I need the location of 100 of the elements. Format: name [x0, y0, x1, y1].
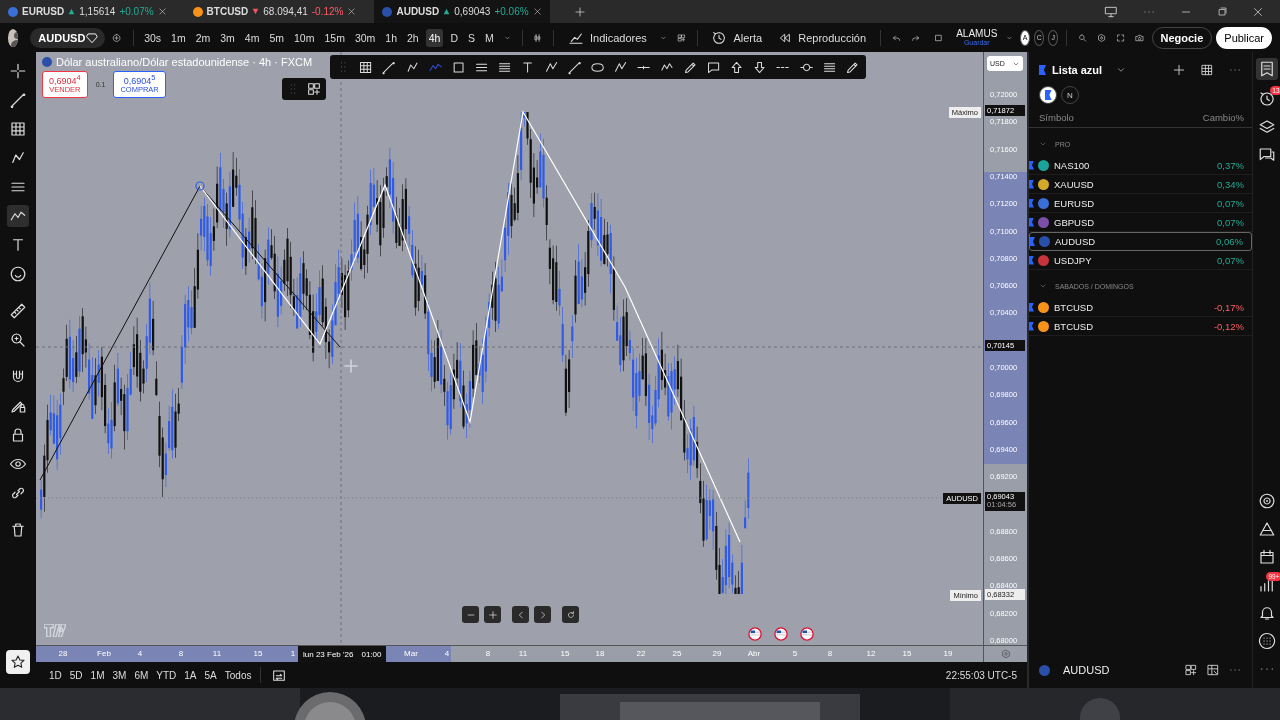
logo-icon — [44, 624, 66, 637]
bell-icon[interactable] — [1257, 604, 1276, 622]
favorites-button[interactable] — [6, 650, 30, 674]
watchlist-icon[interactable] — [1255, 58, 1278, 80]
range-button[interactable]: 6M — [131, 667, 152, 683]
scroll-right-button[interactable] — [534, 606, 551, 623]
date-label: 1 — [290, 649, 296, 658]
crosshair-time-label: 01:00 — [361, 649, 382, 659]
interval-button[interactable]: M — [482, 28, 497, 47]
alarm-clock-icon — [711, 29, 728, 46]
column-header[interactable]: Símbolo — [1039, 112, 1074, 123]
close-icon[interactable] — [532, 7, 542, 16]
wave-icon[interactable] — [7, 205, 29, 227]
close-icon[interactable] — [1252, 5, 1264, 18]
watchlist-row[interactable]: AUDUSD 0,06% — [1029, 232, 1252, 251]
date-range-icon[interactable] — [271, 667, 288, 683]
date-label: 8 — [485, 649, 491, 658]
symbol-tab[interactable]: EURUSD 1,15614 +0.07% — [0, 0, 175, 23]
anchor-point — [195, 181, 205, 191]
restore-icon[interactable] — [1216, 5, 1228, 18]
add-icon[interactable] — [1172, 63, 1186, 77]
close-icon[interactable] — [157, 7, 167, 16]
watchlist-row[interactable]: BTCUSD -0,12% — [1029, 317, 1252, 336]
watchlist-row[interactable]: XAUUSD 0,34% — [1029, 175, 1252, 194]
range-button[interactable]: 5D — [66, 667, 86, 683]
table-icon[interactable] — [1200, 63, 1214, 77]
interval-button[interactable]: 2m — [192, 28, 214, 47]
watchlist-row[interactable]: GBPUSD 0,07% — [1029, 213, 1252, 232]
zoom-in-button[interactable] — [484, 606, 501, 623]
range-button[interactable]: YTD — [153, 667, 180, 683]
range-button[interactable]: 1D — [46, 667, 65, 683]
layout-name[interactable]: ALAMUS — [956, 29, 998, 39]
interval-button[interactable]: 2h — [404, 28, 422, 47]
interval-button[interactable]: 10m — [291, 28, 318, 47]
symbol-search-field[interactable]: AUDUSD — [30, 27, 106, 48]
interval-button[interactable]: D — [447, 28, 461, 47]
reset-button[interactable] — [562, 606, 579, 623]
layers-icon[interactable] — [1257, 118, 1276, 136]
zoom-out-button[interactable] — [462, 606, 479, 623]
watchlist-row[interactable]: USDJPY 0,07% — [1029, 251, 1252, 270]
chevron-down-icon[interactable] — [1116, 65, 1127, 75]
date-label: 4 — [444, 649, 450, 658]
range-button[interactable]: 5A — [201, 667, 220, 683]
interval-button[interactable]: 15m — [321, 28, 348, 47]
star-icon — [10, 654, 26, 670]
watchlist-row[interactable]: NAS100 0,37% — [1029, 156, 1252, 175]
date-label: 11 — [212, 649, 222, 658]
crosshair-cursor-icon — [344, 359, 358, 373]
watchlist-title[interactable]: Lista azul — [1052, 64, 1103, 76]
apps-icon[interactable] — [1257, 632, 1276, 650]
interval-button[interactable]: 3m — [217, 28, 238, 47]
replay-button[interactable]: Reproducción — [772, 30, 873, 45]
clock-text[interactable]: 22:55:03 UTC-5 — [945, 669, 1017, 681]
interval-button[interactable]: 4m — [241, 28, 263, 47]
interval-button[interactable]: 5m — [266, 28, 288, 47]
grid-icon[interactable] — [1184, 663, 1198, 677]
date-label: 15 — [560, 649, 570, 658]
column-header[interactable]: Cambio% — [1202, 112, 1244, 123]
interval-button[interactable]: 30s — [141, 28, 165, 47]
add-widget-icon[interactable] — [306, 81, 322, 97]
date-label: 25 — [672, 649, 682, 658]
date-label: 15 — [902, 649, 912, 658]
range-button[interactable]: 1M — [87, 667, 108, 683]
interval-button[interactable]: 1m — [168, 28, 189, 47]
watchlist-row[interactable]: BTCUSD -0,17% — [1029, 298, 1252, 317]
symbol-tab[interactable]: BTCUSD 68.094,41 -0.12% — [184, 0, 365, 23]
plus-icon — [487, 609, 498, 620]
chart-title: Dólar australiano/Dólar estadounidense · 4h · FXCM — [56, 56, 313, 68]
publish-button[interactable]: Publicar — [1216, 26, 1273, 49]
alert-button[interactable]: Alerta — [705, 29, 769, 46]
triangle-icon[interactable] — [1257, 520, 1276, 538]
scroll-left-button[interactable] — [512, 606, 529, 623]
date-label: 18 — [595, 649, 605, 658]
user-avatar[interactable] — [8, 28, 19, 47]
date-label: 15 — [253, 649, 263, 658]
symbol-name[interactable]: AUDUSD — [1063, 664, 1110, 676]
interval-button[interactable]: 1h — [382, 28, 401, 47]
watchlist-row[interactable]: EURUSD 0,07% — [1029, 194, 1252, 213]
calendar-icon[interactable] — [1257, 548, 1276, 566]
indicators-button[interactable]: Indicadores — [561, 29, 653, 46]
range-button[interactable]: Todos — [221, 667, 255, 683]
target-icon[interactable] — [1257, 492, 1276, 510]
interval-button[interactable]: 30m — [351, 28, 379, 47]
interval-button[interactable]: 4h — [425, 28, 444, 47]
date-label: 29 — [712, 649, 722, 658]
symbol-tab[interactable]: AUDUSD 0,69043 +0.06% — [374, 0, 550, 23]
interval-button[interactable]: S — [465, 28, 478, 47]
crosshair-date-label: lun 23 Feb '26 — [303, 649, 354, 659]
flag-filter-chip[interactable] — [1039, 86, 1057, 104]
monitor-icon[interactable] — [1104, 4, 1118, 19]
edit-icon[interactable] — [1206, 663, 1220, 677]
range-button[interactable]: 3M — [109, 667, 130, 683]
close-icon[interactable] — [347, 7, 357, 16]
date-label: Mar — [404, 649, 418, 658]
chat-icon[interactable] — [1257, 146, 1276, 164]
range-button[interactable]: 1A — [181, 667, 200, 683]
diamond-icon — [85, 30, 100, 45]
date-label: 12 — [866, 649, 876, 658]
new-tab-icon[interactable] — [573, 5, 586, 18]
trade-button[interactable]: Negocie — [1151, 26, 1213, 49]
